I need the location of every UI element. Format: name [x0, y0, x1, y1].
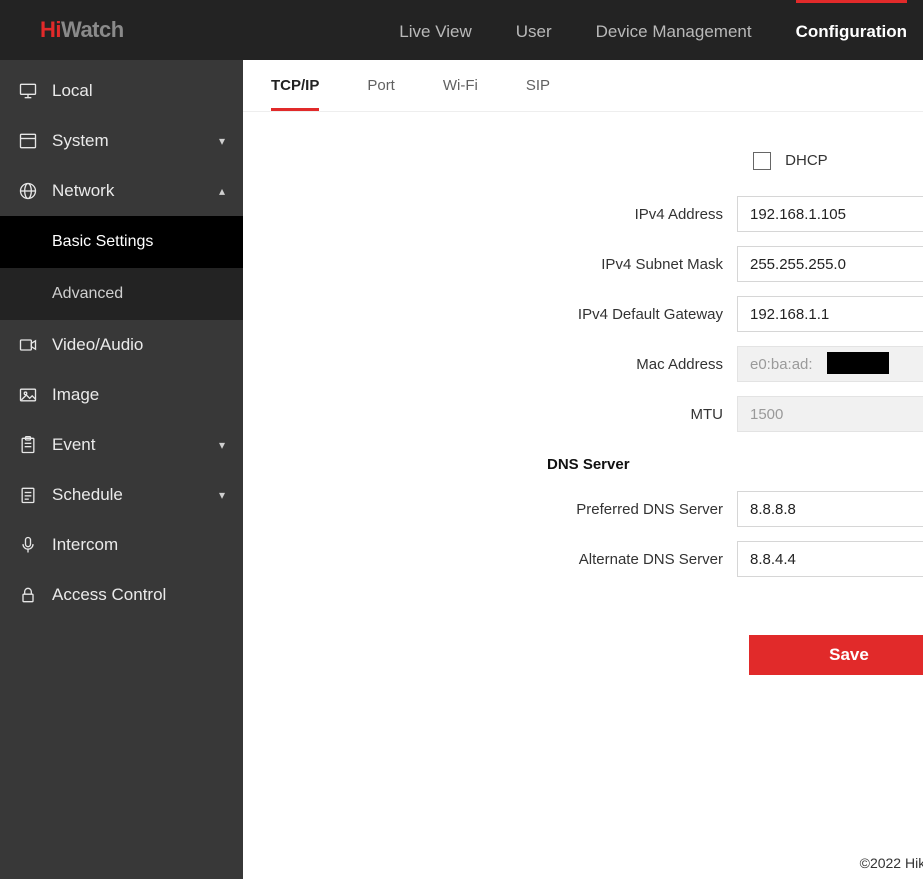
- alternate-dns-input[interactable]: [737, 541, 923, 577]
- sidebar-sub-advanced[interactable]: Advanced: [0, 268, 243, 320]
- sidebar-item-video-audio[interactable]: Video/Audio: [0, 320, 243, 370]
- monitor-icon: [18, 81, 38, 101]
- sidebar-item-network[interactable]: Network ▴: [0, 166, 243, 216]
- sidebar-label-video-audio: Video/Audio: [52, 335, 143, 355]
- ipv4-gateway-input[interactable]: [737, 296, 923, 332]
- dhcp-label: DHCP: [785, 152, 828, 169]
- tab-sip[interactable]: SIP: [526, 77, 550, 111]
- footer-copyright: ©2022 Hikvision Digital Tech: [860, 855, 923, 871]
- tab-tcpip[interactable]: TCP/IP: [271, 77, 319, 111]
- sidebar-label-network: Network: [52, 181, 114, 201]
- nav-device-management[interactable]: Device Management: [596, 0, 752, 60]
- dns-server-header: DNS Server: [243, 456, 737, 473]
- logo-part-watch: Watch: [61, 17, 124, 42]
- sidebar-network-submenu: Basic Settings Advanced: [0, 216, 243, 320]
- sidebar-item-event[interactable]: Event ▾: [0, 420, 243, 470]
- dhcp-row: DHCP: [243, 152, 923, 170]
- top-nav: Live View User Device Management Configu…: [399, 0, 907, 60]
- top-bar: HiWatch Live View User Device Management…: [0, 0, 923, 60]
- sidebar-item-intercom[interactable]: Intercom: [0, 520, 243, 570]
- redacted-block: [827, 352, 889, 374]
- sidebar-label-access-control: Access Control: [52, 585, 166, 605]
- nav-configuration[interactable]: Configuration: [796, 0, 907, 60]
- chevron-up-icon: ▴: [219, 184, 225, 198]
- sidebar-label-local: Local: [52, 81, 93, 101]
- sidebar-label-system: System: [52, 131, 109, 151]
- chevron-down-icon: ▾: [219, 134, 225, 148]
- ipv4-subnet-mask-label: IPv4 Subnet Mask: [243, 256, 737, 273]
- sidebar-item-local[interactable]: Local: [0, 66, 243, 116]
- tab-wifi[interactable]: Wi-Fi: [443, 77, 478, 111]
- logo-part-hi: Hi: [40, 17, 61, 42]
- window-icon: [18, 131, 38, 151]
- brand-logo: HiWatch: [40, 17, 124, 43]
- nav-live-view[interactable]: Live View: [399, 0, 471, 60]
- sidebar-label-event: Event: [52, 435, 95, 455]
- ipv4-address-label: IPv4 Address: [243, 206, 737, 223]
- schedule-icon: [18, 485, 38, 505]
- chevron-down-icon: ▾: [219, 488, 225, 502]
- sidebar-label-schedule: Schedule: [52, 485, 123, 505]
- preferred-dns-input[interactable]: [737, 491, 923, 527]
- content-panel: TCP/IP Port Wi-Fi SIP DHCP IPv4 Address …: [243, 60, 923, 879]
- lock-icon: [18, 585, 38, 605]
- sidebar-item-system[interactable]: System ▾: [0, 116, 243, 166]
- microphone-icon: [18, 535, 38, 555]
- sidebar-item-schedule[interactable]: Schedule ▾: [0, 470, 243, 520]
- sidebar-label-image: Image: [52, 385, 99, 405]
- preferred-dns-label: Preferred DNS Server: [243, 501, 737, 518]
- dhcp-checkbox[interactable]: [753, 152, 771, 170]
- mac-address-label: Mac Address: [243, 356, 737, 373]
- tab-port[interactable]: Port: [367, 77, 395, 111]
- nav-user[interactable]: User: [516, 0, 552, 60]
- sidebar-sub-basic-settings[interactable]: Basic Settings: [0, 216, 243, 268]
- chevron-down-icon: ▾: [219, 438, 225, 452]
- image-icon: [18, 385, 38, 405]
- ipv4-subnet-mask-input[interactable]: [737, 246, 923, 282]
- mtu-label: MTU: [243, 406, 737, 423]
- sidebar-item-image[interactable]: Image: [0, 370, 243, 420]
- video-icon: [18, 335, 38, 355]
- globe-icon: [18, 181, 38, 201]
- mtu-input: [737, 396, 923, 432]
- sub-tabs: TCP/IP Port Wi-Fi SIP: [243, 60, 923, 112]
- ipv4-address-input[interactable]: [737, 196, 923, 232]
- sidebar-label-intercom: Intercom: [52, 535, 118, 555]
- sidebar-item-access-control[interactable]: Access Control: [0, 570, 243, 620]
- ipv4-gateway-label: IPv4 Default Gateway: [243, 306, 737, 323]
- save-button[interactable]: Save: [749, 635, 923, 675]
- clipboard-icon: [18, 435, 38, 455]
- alternate-dns-label: Alternate DNS Server: [243, 551, 737, 568]
- sidebar: Local System ▾ Network ▴ Basic Settings …: [0, 60, 243, 879]
- main-area: Local System ▾ Network ▴ Basic Settings …: [0, 60, 923, 879]
- tcpip-form: DHCP IPv4 Address IPv4 Subnet Mask IPv4 …: [243, 112, 923, 675]
